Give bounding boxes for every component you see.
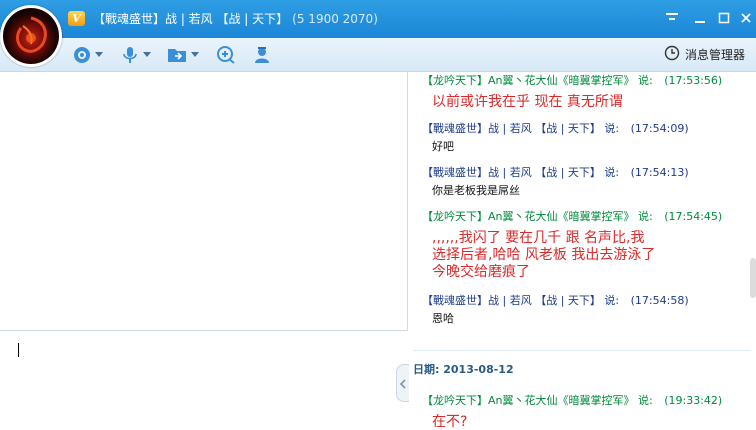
maximize-icon[interactable]	[716, 10, 732, 26]
message-input[interactable]	[0, 330, 408, 430]
voice-call-icon	[120, 45, 140, 65]
avatar-image	[3, 8, 59, 64]
left-pane	[0, 72, 408, 430]
message-text: 你是老板我是屌丝	[432, 184, 520, 197]
message-manager-label: 消息管理器	[685, 47, 746, 62]
window-title: 【戰魂盛世】战 | 若风 【战 | 天下】 (5 1900 2070)	[93, 11, 378, 27]
message-header: 【龙吟天下】An翼丶花大仙《暗冀掌控军》 说: (19:33:42)	[422, 394, 722, 408]
date-divider	[413, 350, 751, 351]
date-value: 2013-08-12	[443, 363, 514, 376]
message-text: 恩哈	[432, 312, 454, 325]
message-time: (19:33:42)	[664, 394, 723, 407]
toolbar	[0, 38, 756, 72]
message-header: 【龙吟天下】An翼丶花大仙《暗冀掌控军》 说: (17:54:45)	[422, 210, 722, 224]
message-sender: 【戰魂盛世】战 | 若风 【战 | 天下】	[422, 122, 601, 135]
contact-card-button[interactable]	[252, 44, 272, 66]
message-said: 说:	[604, 166, 620, 179]
voice-call-button[interactable]	[120, 44, 151, 66]
window-title-text: 【戰魂盛世】战 | 若风 【战 | 天下】	[93, 12, 289, 26]
chat-history[interactable]: 【龙吟天下】An翼丶花大仙《暗冀掌控军》 说: (17:53:56) 以前或许我…	[409, 72, 756, 430]
collapse-sidebar-button[interactable]	[396, 364, 410, 402]
message-sender: 【戰魂盛世】战 | 若风 【战 | 天下】	[422, 166, 601, 179]
chevron-down-icon	[143, 52, 151, 58]
minimize-icon[interactable]	[692, 10, 708, 26]
message-text-line: 今晚交给磨痕了	[432, 264, 530, 280]
message-text: 在不?	[432, 414, 468, 430]
message-time: (17:53:56)	[664, 74, 723, 87]
remote-assist-button[interactable]	[216, 44, 236, 66]
message-said: 说:	[638, 394, 653, 407]
message-time: (17:54:45)	[664, 210, 723, 223]
message-said: 说:	[638, 210, 653, 223]
message-said: 说:	[604, 122, 620, 135]
message-time: (17:54:13)	[630, 166, 689, 179]
message-time: (17:54:09)	[630, 122, 689, 135]
vip-badge-icon: V	[68, 11, 85, 26]
message-header: 【龙吟天下】An翼丶花大仙《暗冀掌控军》 说: (17:53:56)	[422, 74, 722, 88]
text-caret	[18, 343, 19, 357]
menu-icon[interactable]	[664, 10, 680, 26]
message-sender: 【龙吟天下】An翼丶花大仙《暗冀掌控军》	[422, 210, 635, 223]
message-said: 说:	[604, 294, 620, 307]
message-text-line: ,,,,,,我闪了 要在几千 跟 名声比,我	[432, 230, 645, 246]
avatar[interactable]	[0, 5, 62, 67]
close-icon[interactable]	[738, 10, 754, 26]
message-text: 以前或许我在乎 现在 真无所谓	[432, 94, 623, 110]
date-label: 日期:	[413, 363, 440, 376]
date-separator: 日期: 2013-08-12	[413, 363, 753, 377]
send-file-icon	[166, 45, 188, 65]
video-call-icon	[72, 45, 92, 65]
message-header: 【戰魂盛世】战 | 若风 【战 | 天下】 说: (17:54:58)	[422, 294, 689, 308]
chevron-down-icon	[95, 52, 103, 58]
send-file-button[interactable]	[166, 44, 199, 66]
chat-scrollbar[interactable]	[750, 258, 756, 298]
clock-icon	[664, 45, 680, 64]
message-manager-button[interactable]: 消息管理器	[664, 44, 745, 64]
remote-assist-icon	[216, 45, 236, 65]
message-said: 说:	[638, 74, 653, 87]
window-title-stats: (5 1900 2070)	[292, 12, 378, 26]
message-sender: 【龙吟天下】An翼丶花大仙《暗冀掌控军》	[422, 394, 635, 407]
message-sender: 【戰魂盛世】战 | 若风 【战 | 天下】	[422, 294, 601, 307]
message-text: 好吧	[432, 140, 454, 153]
message-header: 【戰魂盛世】战 | 若风 【战 | 天下】 说: (17:54:13)	[422, 166, 689, 180]
message-header: 【戰魂盛世】战 | 若风 【战 | 天下】 说: (17:54:09)	[422, 122, 689, 136]
contact-card-icon	[252, 45, 272, 65]
message-sender: 【龙吟天下】An翼丶花大仙《暗冀掌控军》	[422, 74, 635, 87]
message-text-line: 选择后者,哈哈 风老板 我出去游泳了	[432, 247, 656, 263]
video-call-button[interactable]	[72, 44, 103, 66]
chevron-down-icon	[191, 52, 199, 58]
chevron-left-icon	[399, 374, 407, 393]
message-time: (17:54:58)	[630, 294, 689, 307]
title-bar: V 【戰魂盛世】战 | 若风 【战 | 天下】 (5 1900 2070)	[0, 0, 756, 38]
